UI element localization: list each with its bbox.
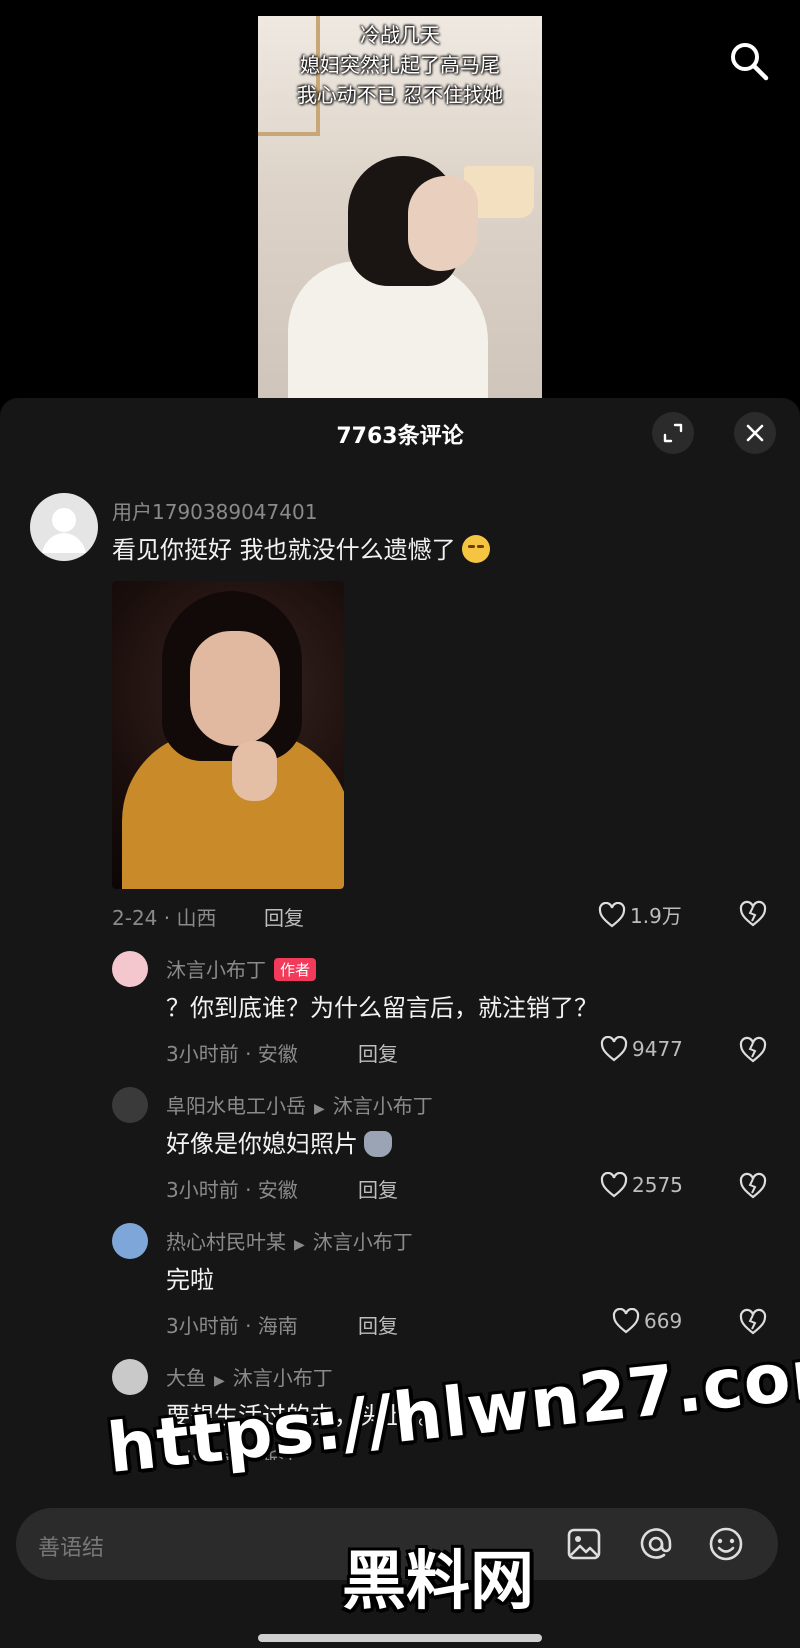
- cat-face-emoji-icon: [364, 1131, 392, 1157]
- comment-text-content: 看见你挺好 我也就没什么遗憾了: [112, 536, 456, 564]
- reply-text-content: 好像是你媳妇照片: [166, 1130, 358, 1158]
- heart-icon: [598, 901, 626, 927]
- reply-button[interactable]: 回复: [358, 1038, 398, 1067]
- reply-meta: 3小时前 · 安徽: [166, 1178, 298, 1202]
- reply-button[interactable]: 回复: [264, 902, 304, 931]
- reply-username[interactable]: 大鱼 ▶ 沐言小布丁: [166, 1362, 333, 1391]
- like-count: 669: [644, 1309, 683, 1333]
- image-icon[interactable]: [564, 1524, 604, 1564]
- reply-arrow-icon: ▶: [314, 1101, 325, 1117]
- expand-button[interactable]: [652, 412, 694, 454]
- reply-to-username: 沐言小布丁: [332, 1094, 433, 1118]
- comment-text: 看见你挺好 我也就没什么遗憾了: [112, 530, 490, 565]
- caption-line-3: 我心动不已 忍不住找她: [296, 83, 504, 107]
- close-button[interactable]: [734, 412, 776, 454]
- avatar[interactable]: [112, 1359, 148, 1395]
- caption-line-1: 冷战几天: [360, 23, 440, 47]
- watermark-name: 黑料网: [342, 1545, 534, 1619]
- at-mention-icon[interactable]: [636, 1524, 676, 1564]
- like-button[interactable]: 2575: [600, 1172, 683, 1198]
- like-button[interactable]: 1.9万: [598, 900, 682, 929]
- comment-meta: 2-24 · 山西: [112, 906, 217, 930]
- video-preview[interactable]: 冷战几天 媳妇突然扎起了高马尾 我心动不已 忍不住找她: [258, 16, 542, 398]
- avatar[interactable]: [112, 1223, 148, 1259]
- photo-face: [190, 631, 280, 746]
- reply-to-username: 沐言小布丁: [312, 1230, 413, 1254]
- reply-meta: 3小时前 · 海南: [166, 1314, 298, 1338]
- author-badge: 作者: [274, 958, 317, 981]
- broken-heart-icon[interactable]: [738, 1306, 768, 1336]
- expand-icon: [663, 423, 683, 443]
- reply-button[interactable]: 回复: [358, 1310, 398, 1339]
- comment-photo[interactable]: [112, 581, 344, 889]
- broken-heart-icon[interactable]: [738, 1034, 768, 1064]
- reply-text: 好像是你媳妇照片: [166, 1124, 392, 1159]
- reply-username-text: 热心村民叶某: [166, 1230, 286, 1254]
- heart-icon: [600, 1036, 628, 1062]
- broken-heart-icon[interactable]: [738, 898, 768, 928]
- reply-username-text: 沐言小布丁: [166, 958, 266, 982]
- video-caption: 冷战几天 媳妇突然扎起了高马尾 我心动不已 忍不住找她: [258, 16, 542, 110]
- heart-icon: [612, 1308, 640, 1334]
- emoji-icon[interactable]: [706, 1524, 746, 1564]
- reply-text: ？你到底谁？为什么留言后，就注销了？: [166, 994, 598, 1022]
- caption-line-2: 媳妇突然扎起了高马尾: [300, 53, 500, 77]
- reply-arrow-icon: ▶: [294, 1237, 305, 1253]
- avatar[interactable]: [30, 493, 98, 561]
- reply-username[interactable]: 沐言小布丁 作者: [166, 954, 317, 983]
- photo-hand: [232, 741, 277, 801]
- reply-button[interactable]: 回复: [358, 1174, 398, 1203]
- person-face: [408, 176, 478, 271]
- avatar[interactable]: [112, 951, 148, 987]
- search-icon[interactable]: [728, 40, 770, 82]
- reply-username[interactable]: 热心村民叶某 ▶ 沐言小布丁: [166, 1226, 413, 1255]
- heart-icon: [600, 1172, 628, 1198]
- like-button[interactable]: 9477: [600, 1036, 683, 1062]
- reply-text: 完啦: [166, 1266, 214, 1294]
- avatar[interactable]: [112, 1087, 148, 1123]
- like-button[interactable]: 669: [612, 1308, 682, 1334]
- reply-arrow-icon: ▶: [214, 1373, 225, 1389]
- reply-meta: 3小时前 · 安徽: [166, 1042, 298, 1066]
- reply-username-text: 大鱼: [166, 1366, 206, 1390]
- home-indicator: [258, 1634, 542, 1642]
- crying-face-emoji-icon: [461, 535, 490, 563]
- like-count: 9477: [632, 1037, 683, 1061]
- reply-to-username: 沐言小布丁: [232, 1366, 333, 1390]
- comment-username[interactable]: 用户1790389047401: [112, 496, 317, 525]
- broken-heart-icon[interactable]: [738, 1170, 768, 1200]
- default-user-icon: [42, 508, 86, 553]
- close-icon: [746, 424, 764, 442]
- comment-input[interactable]: 善语结: [38, 1530, 104, 1562]
- reply-username[interactable]: 阜阳水电工小岳 ▶ 沐言小布丁: [166, 1090, 433, 1119]
- reply-username-text: 阜阳水电工小岳: [166, 1094, 306, 1118]
- like-count: 2575: [632, 1173, 683, 1197]
- like-count: 1.9万: [630, 904, 682, 928]
